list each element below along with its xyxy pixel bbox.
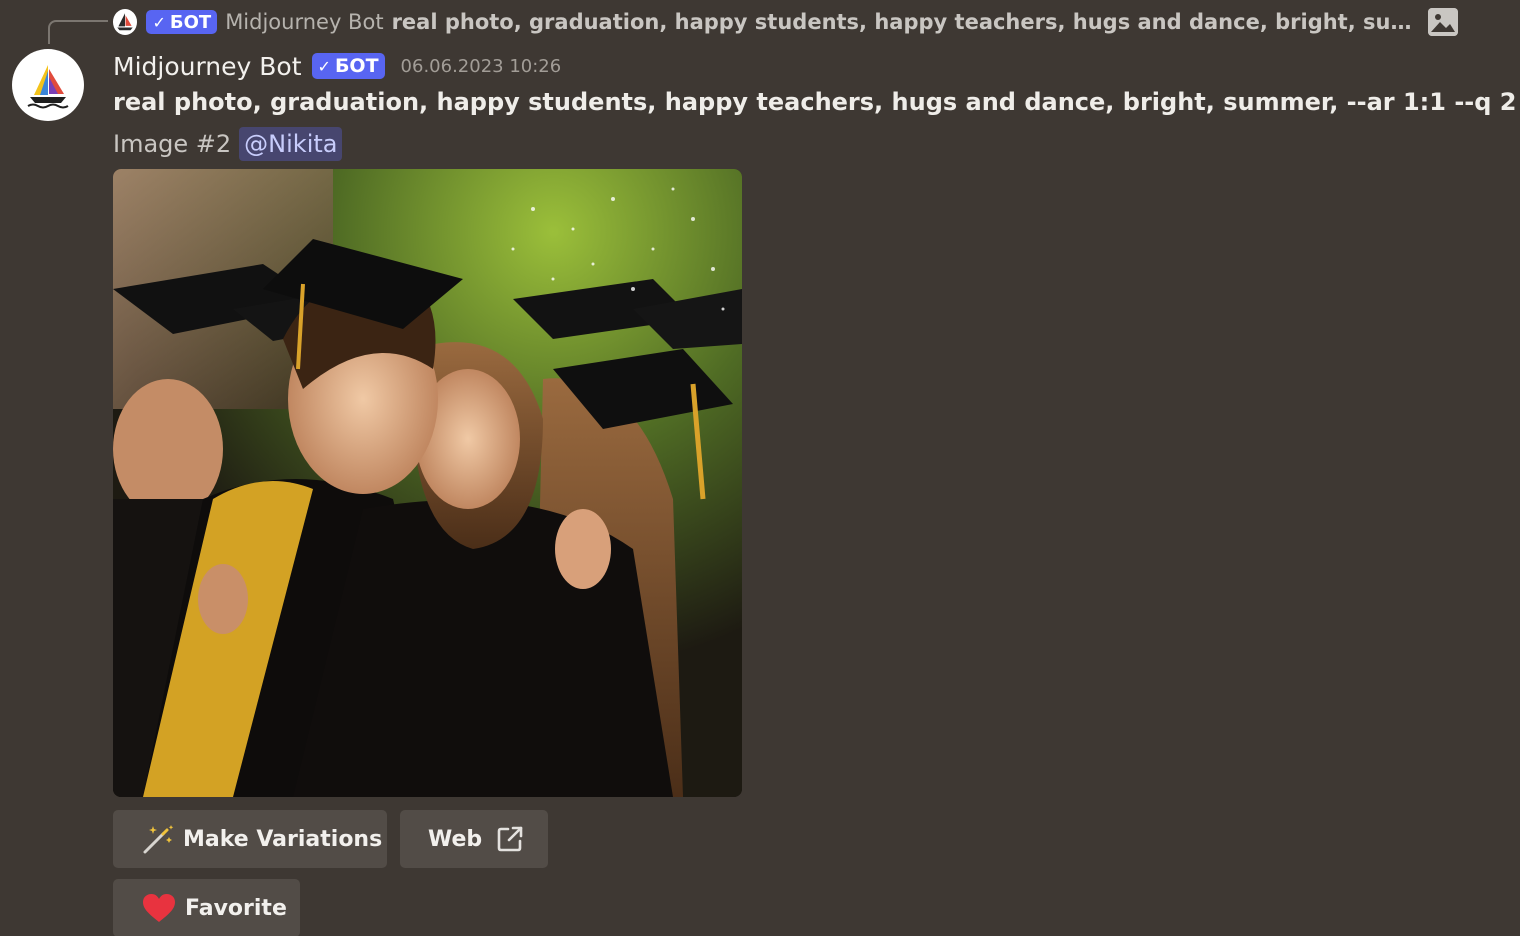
prompt-text: real photo, graduation, happy students, …	[113, 88, 1520, 116]
reply-bot-badge: ✓ БОТ	[146, 10, 218, 34]
bot-badge: ✓ БОТ	[311, 53, 385, 79]
reply-bot-badge-label: БОТ	[169, 11, 212, 33]
image-icon	[1428, 8, 1458, 36]
image-info-line: Image #2 @Nikita	[113, 126, 343, 162]
checkmark-icon: ✓	[317, 56, 331, 76]
author-name[interactable]: Midjourney Bot	[113, 52, 302, 81]
web-label: Web	[428, 826, 483, 852]
message-header: Midjourney Bot ✓ БОТ 06.06.2023 10:26	[113, 49, 561, 83]
reply-author[interactable]: Midjourney Bot	[225, 10, 383, 34]
make-variations-label: Make Variations	[183, 826, 383, 852]
web-button[interactable]: Web	[400, 810, 548, 868]
image-label: Image #2	[113, 130, 232, 158]
chat-message-view: ✓ БОТ Midjourney Bot real photo, graduat…	[0, 0, 1520, 936]
heart-icon	[141, 892, 177, 924]
bot-badge-label: БОТ	[334, 55, 379, 77]
reply-content[interactable]: real photo, graduation, happy students, …	[392, 10, 1416, 34]
reply-avatar[interactable]	[113, 9, 138, 35]
midjourney-boat-icon	[117, 13, 133, 31]
external-link-icon	[496, 825, 524, 853]
favorite-label: Favorite	[185, 895, 287, 921]
user-mention[interactable]: @Nikita	[239, 127, 343, 161]
magic-wand-icon	[141, 823, 175, 855]
favorite-button[interactable]: Favorite	[113, 879, 300, 936]
make-variations-button[interactable]: Make Variations	[113, 810, 387, 868]
generated-image[interactable]	[113, 169, 742, 797]
reply-preview[interactable]: ✓ БОТ Midjourney Bot real photo, graduat…	[113, 6, 1458, 38]
checkmark-icon: ✓	[152, 12, 166, 32]
reply-connector	[48, 20, 108, 44]
author-avatar[interactable]	[12, 49, 84, 121]
midjourney-boat-icon	[27, 65, 69, 109]
timestamp: 06.06.2023 10:26	[400, 55, 562, 77]
